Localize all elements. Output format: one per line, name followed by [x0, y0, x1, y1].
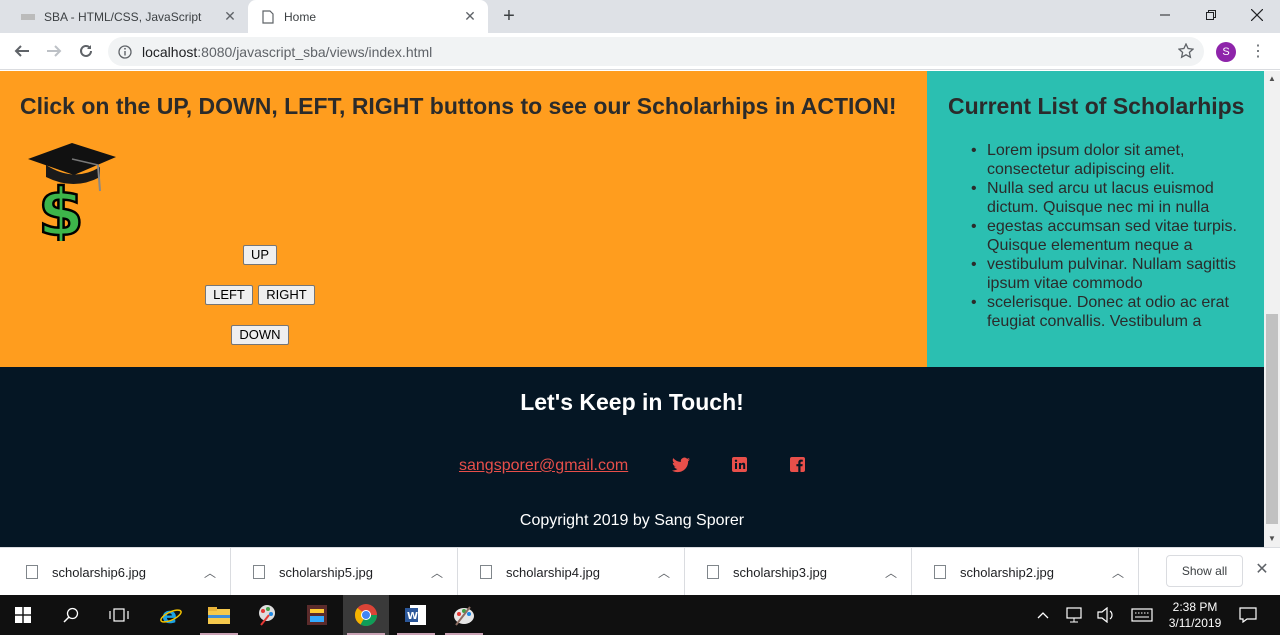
chevron-up-icon[interactable]: ︿	[190, 564, 230, 581]
game-app-icon[interactable]	[294, 595, 340, 635]
copyright-text: Copyright 2019 by Sang Sporer	[519, 512, 745, 529]
download-filename: scholarship4.jpg	[506, 564, 600, 580]
list-item: vestibulum pulvinar. Nullam sagittis ips…	[971, 255, 1249, 293]
download-item[interactable]: scholarship4.jpg ︿	[458, 548, 685, 596]
profile-avatar[interactable]: S	[1216, 42, 1236, 62]
graduation-cap-dollar-icon: $	[24, 141, 120, 252]
chevron-up-icon[interactable]: ︿	[644, 564, 684, 581]
system-clock[interactable]: 2:38 PM 3/11/2019	[1160, 599, 1230, 631]
downloads-bar: scholarship6.jpg ︿ scholarship5.jpg ︿ sc…	[0, 547, 1280, 596]
tab-close-icon[interactable]: ✕	[218, 8, 242, 25]
download-filename: scholarship2.jpg	[960, 564, 1054, 580]
footer-title: Let's Keep in Touch!	[520, 389, 744, 415]
minimize-icon[interactable]	[1142, 0, 1188, 30]
windows-start-icon[interactable]	[0, 595, 46, 635]
clock-time: 2:38 PM	[1172, 600, 1218, 614]
chevron-up-icon[interactable]: ︿	[417, 564, 457, 581]
scroll-up-icon[interactable]: ▲	[1264, 71, 1280, 87]
sidebar-title: Current List of Scholarhips	[948, 93, 1245, 119]
right-button[interactable]: RIGHT	[258, 285, 315, 305]
download-item[interactable]: scholarship3.jpg ︿	[685, 548, 912, 596]
file-icon	[934, 565, 946, 579]
svg-text:W: W	[407, 611, 418, 622]
download-item[interactable]: scholarship6.jpg ︿	[4, 548, 231, 596]
chevron-up-icon[interactable]: ︿	[871, 564, 911, 581]
paint-palette-icon[interactable]	[441, 595, 487, 635]
download-filename: scholarship5.jpg	[279, 564, 373, 580]
down-button[interactable]: DOWN	[231, 325, 289, 345]
bookmark-star-icon[interactable]	[1177, 42, 1195, 62]
new-tab-button[interactable]: +	[496, 4, 522, 30]
url-path: :8080/javascript_sba/views/index.html	[197, 43, 433, 60]
reload-icon[interactable]	[72, 37, 100, 65]
main-section: Click on the UP, DOWN, LEFT, RIGHT butto…	[0, 71, 927, 367]
back-icon[interactable]	[8, 37, 36, 65]
info-icon[interactable]	[118, 44, 132, 59]
file-icon	[480, 565, 492, 579]
clock-date: 3/11/2019	[1168, 616, 1222, 630]
download-filename: scholarship3.jpg	[733, 564, 827, 580]
footer: Let's Keep in Touch! sangsporer@gmail.co…	[0, 367, 1264, 547]
page-heading: Click on the UP, DOWN, LEFT, RIGHT butto…	[20, 93, 897, 119]
search-icon[interactable]	[48, 595, 94, 635]
browser-toolbar: localhost:8080/javascript_sba/views/inde…	[0, 33, 1280, 70]
document-icon	[260, 9, 276, 25]
browser-menu-icon[interactable]: ⋮	[1250, 41, 1266, 63]
page-scrollbar[interactable]: ▲ ▼	[1264, 71, 1280, 547]
taskbar: e W 2:38 PM 3/11/2019	[0, 595, 1280, 635]
chrome-icon[interactable]	[343, 595, 389, 635]
show-hidden-icons-icon[interactable]	[1032, 595, 1054, 635]
page-viewport: Click on the UP, DOWN, LEFT, RIGHT butto…	[0, 71, 1264, 547]
scholarship-list: Lorem ipsum dolor sit amet, consectetur …	[971, 141, 1249, 331]
word-icon[interactable]: W	[393, 595, 439, 635]
address-bar[interactable]: localhost:8080/javascript_sba/views/inde…	[108, 37, 1204, 66]
tab-strip: SBA - HTML/CSS, JavaScript ✕ Home ✕ +	[0, 0, 1280, 33]
keyboard-icon[interactable]	[1128, 595, 1156, 635]
page-favicon-icon	[20, 9, 36, 25]
left-button[interactable]: LEFT	[205, 285, 253, 305]
volume-icon[interactable]	[1094, 595, 1118, 635]
tab-home[interactable]: Home ✕	[248, 0, 488, 33]
file-icon	[253, 565, 265, 579]
list-item: Lorem ipsum dolor sit amet, consectetur …	[971, 141, 1249, 179]
url-host: localhost	[142, 43, 198, 60]
tab-title: Home	[284, 9, 317, 24]
network-icon[interactable]	[1062, 595, 1088, 635]
notifications-icon[interactable]	[1236, 595, 1260, 635]
up-button[interactable]: UP	[243, 245, 277, 265]
tab-title: SBA - HTML/CSS, JavaScript	[44, 9, 202, 24]
svg-text:$: $	[38, 174, 84, 241]
file-explorer-icon[interactable]	[196, 595, 242, 635]
list-item: scelerisque. Donec at odio ac erat feugi…	[971, 293, 1249, 331]
download-filename: scholarship6.jpg	[52, 564, 146, 580]
chevron-up-icon[interactable]: ︿	[1098, 564, 1138, 581]
download-item[interactable]: scholarship2.jpg ︿	[912, 548, 1139, 596]
scrollbar-thumb[interactable]	[1266, 314, 1278, 524]
task-view-icon[interactable]	[96, 595, 142, 635]
show-all-button[interactable]: Show all	[1166, 555, 1243, 587]
restore-icon[interactable]	[1188, 0, 1234, 30]
file-icon	[26, 565, 38, 579]
close-window-icon[interactable]	[1234, 0, 1280, 30]
paint-app-icon[interactable]	[244, 595, 290, 635]
tab-close-icon[interactable]: ✕	[458, 8, 482, 25]
list-item: Nulla sed arcu ut lacus euismod dictum. …	[971, 179, 1249, 217]
forward-icon[interactable]	[40, 37, 68, 65]
internet-explorer-icon[interactable]: e	[148, 595, 194, 635]
linkedin-icon[interactable]	[732, 457, 750, 475]
list-item: egestas accumsan sed vitae turpis. Quisq…	[971, 217, 1249, 255]
file-icon	[707, 565, 719, 579]
download-item[interactable]: scholarship5.jpg ︿	[231, 548, 458, 596]
facebook-icon[interactable]	[790, 457, 808, 475]
email-link[interactable]: sangsporer@gmail.com	[459, 457, 628, 475]
close-downloads-icon[interactable]: ✕	[1252, 560, 1272, 580]
twitter-icon[interactable]	[672, 457, 690, 475]
scroll-down-icon[interactable]: ▼	[1264, 531, 1280, 547]
tab-sba[interactable]: SBA - HTML/CSS, JavaScript ✕	[8, 0, 248, 33]
